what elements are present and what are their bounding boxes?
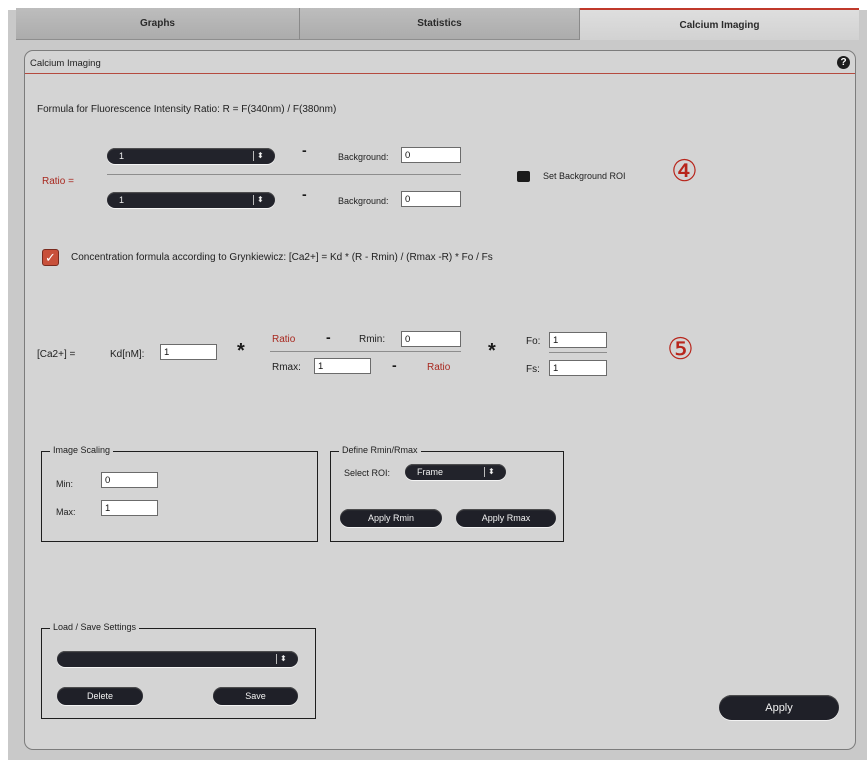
apply-rmax-button[interactable]: Apply Rmax xyxy=(456,509,556,527)
ratio-label: Ratio = xyxy=(42,176,74,187)
rmax-label: Rmax: xyxy=(272,362,301,373)
step-marker-5: ⑤ xyxy=(667,332,694,367)
checkmark-icon: ✓ xyxy=(45,249,56,265)
background-denominator-input[interactable] xyxy=(401,191,461,207)
image-scaling-group xyxy=(41,451,318,542)
ratio-term: Ratio xyxy=(427,362,451,373)
minus-sign: - xyxy=(302,142,307,158)
load-save-group xyxy=(41,628,316,719)
delete-button[interactable]: Delete xyxy=(57,687,143,705)
kd-label: Kd[nM]: xyxy=(110,349,145,360)
define-rmin-rmax-legend: Define Rmin/Rmax xyxy=(339,445,421,455)
ratio-formula-text: Formula for Fluorescence Intensity Ratio… xyxy=(37,104,337,115)
fraction-line xyxy=(270,351,461,352)
rmin-input[interactable] xyxy=(401,331,461,347)
ratio-term: Ratio xyxy=(272,334,296,345)
load-save-legend: Load / Save Settings xyxy=(50,622,140,632)
apply-button[interactable]: Apply xyxy=(719,695,839,720)
fs-label: Fs: xyxy=(526,364,540,375)
minus-sign: - xyxy=(326,329,331,345)
channel-denominator-value: 1 xyxy=(119,195,125,205)
max-input[interactable] xyxy=(101,500,158,516)
minus-sign: - xyxy=(302,186,307,202)
set-background-roi-label: Set Background ROI xyxy=(543,171,626,181)
image-scaling-legend: Image Scaling xyxy=(50,445,114,455)
tab-calcium-imaging[interactable]: Calcium Imaging xyxy=(580,8,859,40)
chevron-updown-icon: ⬍ xyxy=(484,467,502,477)
rmin-label: Rmin: xyxy=(359,334,386,345)
min-input[interactable] xyxy=(101,472,158,488)
channel-denominator-dropdown[interactable]: 1 ⬍ xyxy=(107,192,275,208)
chevron-updown-icon: ⬍ xyxy=(253,195,271,205)
ca-label: [Ca2+] = xyxy=(37,349,76,360)
background-label: Background: xyxy=(338,152,389,162)
kd-input[interactable] xyxy=(160,344,217,360)
max-label: Max: xyxy=(56,507,76,517)
channel-numerator-value: 1 xyxy=(119,151,125,161)
chevron-updown-icon: ⬍ xyxy=(276,654,294,664)
channel-numerator-dropdown[interactable]: 1 ⬍ xyxy=(107,148,275,164)
chevron-updown-icon: ⬍ xyxy=(253,151,271,161)
select-roi-value: Frame xyxy=(417,467,444,477)
minus-sign: - xyxy=(392,357,397,373)
fo-input[interactable] xyxy=(549,332,607,348)
set-background-roi-checkbox[interactable] xyxy=(517,171,530,182)
concentration-formula-text: Concentration formula according to Grynk… xyxy=(71,252,493,263)
select-roi-dropdown[interactable]: Frame ⬍ xyxy=(405,464,506,480)
help-icon[interactable]: ? xyxy=(837,56,850,69)
apply-rmin-button[interactable]: Apply Rmin xyxy=(340,509,442,527)
save-button[interactable]: Save xyxy=(213,687,298,705)
fraction-line xyxy=(107,174,461,175)
tab-graphs[interactable]: Graphs xyxy=(16,8,300,40)
background-numerator-input[interactable] xyxy=(401,147,461,163)
panel-header-line xyxy=(25,55,855,74)
tab-statistics[interactable]: Statistics xyxy=(300,8,580,40)
step-marker-4: ④ xyxy=(671,154,698,189)
fraction-line xyxy=(549,352,607,353)
settings-dropdown[interactable]: ⬍ xyxy=(57,651,298,667)
select-roi-label: Select ROI: xyxy=(344,468,391,478)
multiply-sign: * xyxy=(237,340,245,362)
min-label: Min: xyxy=(56,479,74,489)
panel-title: Calcium Imaging xyxy=(30,58,101,69)
multiply-sign: * xyxy=(488,340,496,362)
concentration-checkbox[interactable]: ✓ xyxy=(42,249,59,266)
fs-input[interactable] xyxy=(549,360,607,376)
rmax-input[interactable] xyxy=(314,358,371,374)
background-label: Background: xyxy=(338,196,389,206)
fo-label: Fo: xyxy=(526,336,541,347)
